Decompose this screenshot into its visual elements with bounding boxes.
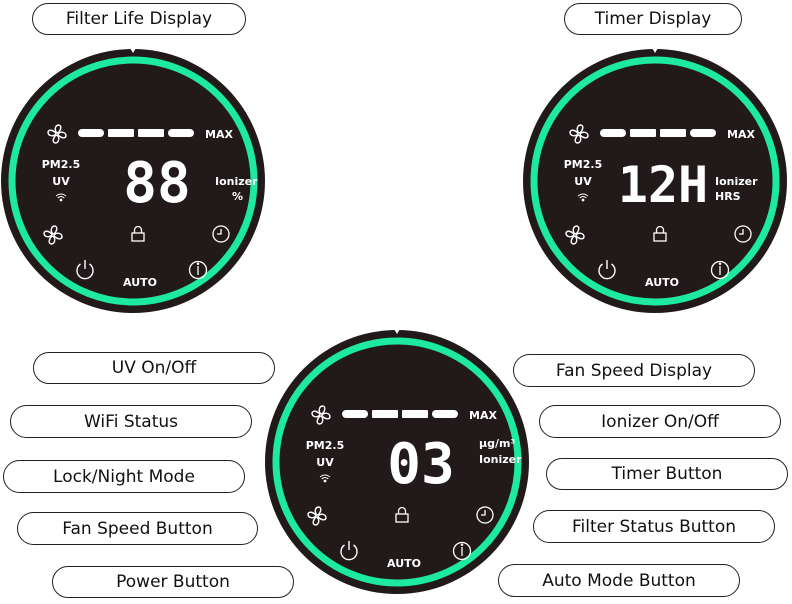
control-panel-timer: MAX PM2.5 UV 12H Ionizer HRS AUTO — [522, 48, 788, 314]
label-fan-speed-button: Fan Speed Button — [17, 512, 258, 545]
right-top-label: Ionizer — [215, 175, 258, 188]
label-wifi-status: WiFi Status — [10, 405, 252, 438]
uv-label[interactable]: UV — [52, 175, 70, 188]
fan-speed-bar — [108, 129, 134, 137]
right-top-label: Ionizer — [715, 175, 758, 188]
fan-speed-bar — [660, 129, 686, 137]
digit-display: 12H — [618, 156, 708, 214]
digit-display: 03 — [387, 432, 454, 497]
control-panel-filter-life: MAX PM2.5 UV 88 Ionizer % AUTO — [0, 48, 266, 314]
fan-speed-bar — [372, 410, 398, 418]
pm25-label[interactable]: PM2.5 — [306, 439, 345, 452]
digit-display: 88 — [123, 151, 190, 216]
label-timer-button: Timer Button — [546, 458, 788, 490]
fan-speed-bar — [342, 410, 368, 418]
fan-speed-bar — [138, 129, 164, 137]
pm25-label[interactable]: PM2.5 — [564, 158, 603, 171]
label-power-button: Power Button — [52, 566, 294, 598]
auto-mode-label[interactable]: AUTO — [645, 276, 679, 289]
control-panel-pm25: MAX PM2.5 UV 03 µg/m³ Ionizer AUTO — [264, 329, 530, 595]
right-bottom-label: HRS — [715, 190, 741, 203]
max-label: MAX — [727, 128, 755, 141]
label-lock-night-mode: Lock/Night Mode — [3, 460, 245, 493]
pm25-label[interactable]: PM2.5 — [42, 158, 81, 171]
uv-label[interactable]: UV — [316, 456, 334, 469]
right-bottom-label: % — [232, 190, 243, 203]
max-label: MAX — [205, 128, 233, 141]
label-filter-life-display: Filter Life Display — [32, 3, 246, 35]
label-timer-display: Timer Display — [564, 3, 742, 35]
auto-mode-label[interactable]: AUTO — [387, 557, 421, 570]
label-fan-speed-display: Fan Speed Display — [513, 354, 755, 387]
label-uv-on-off: UV On/Off — [33, 352, 275, 384]
label-filter-status-button: Filter Status Button — [533, 510, 775, 543]
fan-speed-bar — [168, 129, 194, 137]
fan-speed-bar — [78, 129, 104, 137]
auto-mode-label[interactable]: AUTO — [123, 276, 157, 289]
max-label: MAX — [469, 409, 497, 422]
right-top-label: µg/m³ — [479, 437, 515, 450]
fan-speed-bar — [600, 129, 626, 137]
fan-speed-bar — [630, 129, 656, 137]
label-ionizer-on-off: Ionizer On/Off — [539, 405, 781, 438]
label-auto-mode-button: Auto Mode Button — [498, 564, 740, 597]
uv-label[interactable]: UV — [574, 175, 592, 188]
fan-speed-bar — [432, 410, 458, 418]
right-bottom-label: Ionizer — [479, 453, 522, 466]
fan-speed-bar — [402, 410, 428, 418]
fan-speed-bar — [690, 129, 716, 137]
